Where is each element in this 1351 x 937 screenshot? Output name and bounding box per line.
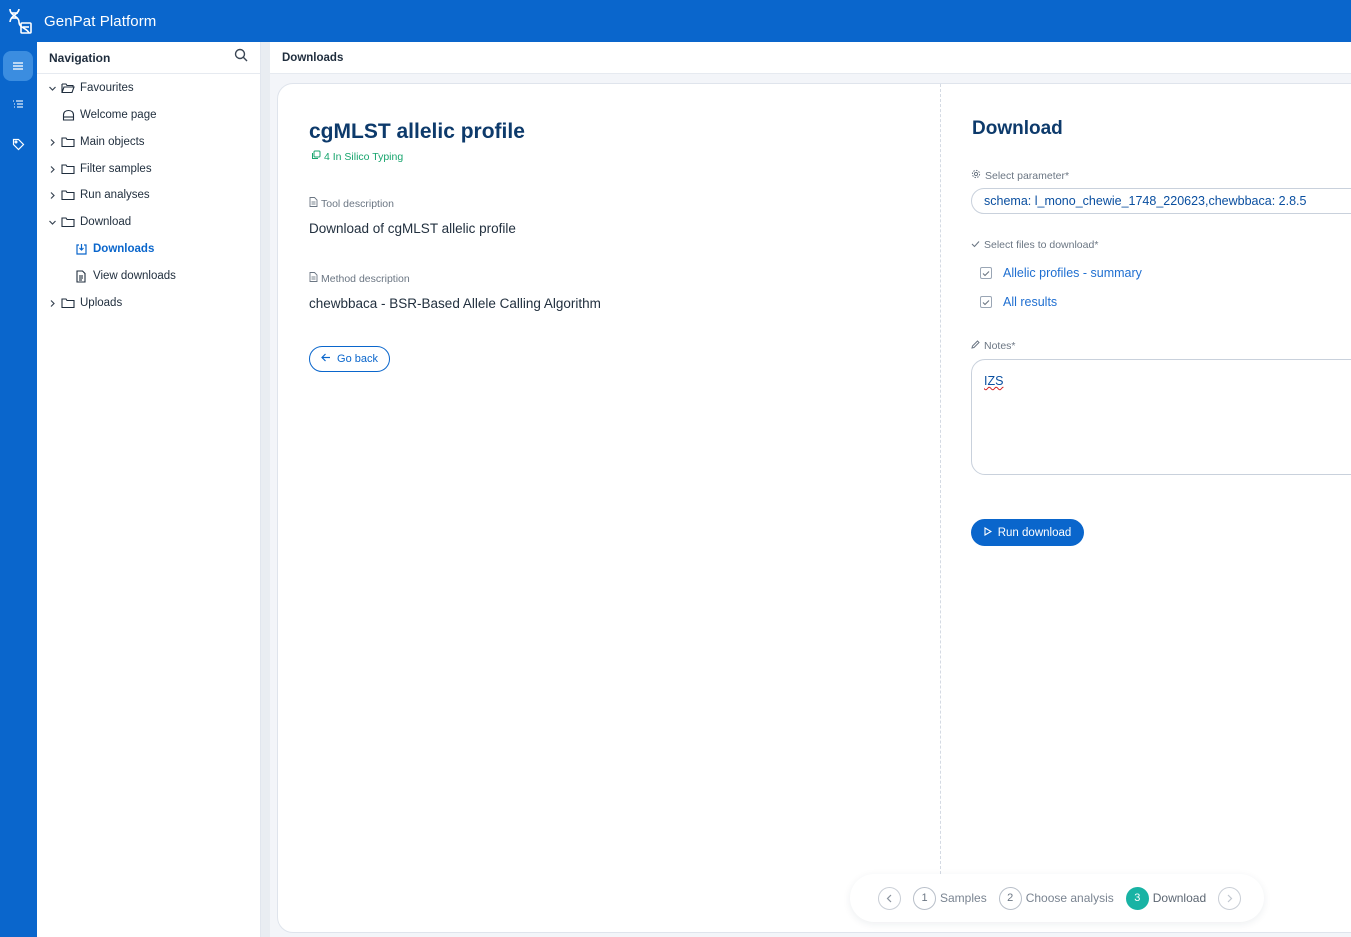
pencil-icon <box>971 340 980 352</box>
home-icon <box>61 108 75 122</box>
go-back-label: Go back <box>337 353 378 365</box>
nav-item-label: Welcome page <box>80 109 157 121</box>
genpat-logo-icon <box>2 3 38 39</box>
chevron-down-icon <box>47 83 57 93</box>
step-number: 2 <box>998 886 1022 910</box>
step-number: 3 <box>1125 886 1149 910</box>
folder-icon <box>61 162 75 176</box>
wizard-stepper: 1 Samples 2 Choose analysis 3 Download <box>850 874 1264 922</box>
method-description: chewbbaca - BSR-Based Allele Calling Alg… <box>309 296 601 311</box>
document-icon <box>309 197 318 210</box>
notes-textarea[interactable]: IZS <box>971 359 1351 475</box>
document-icon <box>309 272 318 285</box>
check-icon <box>971 239 980 251</box>
chevron-right-icon <box>47 298 57 308</box>
nav-item-label: Main objects <box>80 136 145 148</box>
files-label-text: Select files to download* <box>984 239 1099 251</box>
parameter-label-text: Select parameter* <box>985 169 1070 182</box>
parameter-select[interactable]: schema: l_mono_chewie_1748_220623,chewbb… <box>971 188 1351 214</box>
folder-open-icon <box>61 81 75 95</box>
nav-item-uploads[interactable]: Uploads <box>47 293 122 313</box>
nav-item-label: Download <box>80 216 132 228</box>
tool-description-label-text: Tool description <box>321 197 394 210</box>
folder-icon <box>61 296 75 310</box>
menu-icon[interactable] <box>3 51 33 81</box>
copy-icon <box>311 150 321 163</box>
chevron-right-icon <box>47 137 57 147</box>
list-icon[interactable] <box>3 89 33 119</box>
download-icon <box>74 242 88 256</box>
files-label: Select files to download* <box>971 239 1098 251</box>
nav-item-label: Run analyses <box>80 189 150 201</box>
tool-category[interactable]: 4 In Silico Typing <box>311 150 403 163</box>
chevron-down-icon <box>47 217 57 227</box>
chevron-right-icon <box>47 164 57 174</box>
checkbox-checked-icon[interactable] <box>980 296 992 308</box>
nav-item-downloads[interactable]: Downloads <box>74 239 154 259</box>
method-description-label-text: Method description <box>321 272 410 285</box>
checkbox-checked-icon[interactable] <box>980 267 992 279</box>
nav-item-view-downloads[interactable]: View downloads <box>74 266 176 286</box>
nav-item-run-analyses[interactable]: Run analyses <box>47 185 150 205</box>
panel-divider <box>261 42 270 937</box>
parameter-select-value: schema: l_mono_chewie_1748_220623,chewbb… <box>984 194 1307 208</box>
navigation-title: Navigation <box>49 50 111 65</box>
go-back-button[interactable]: Go back <box>309 346 390 372</box>
step-download[interactable]: 3 Download <box>1125 886 1207 910</box>
parameter-label: Select parameter* <box>971 169 1069 182</box>
card-divider <box>940 84 941 874</box>
step-samples[interactable]: 1 Samples <box>913 886 987 910</box>
tool-description-label: Tool description <box>309 197 394 210</box>
chevron-right-icon <box>47 190 57 200</box>
app-title: GenPat Platform <box>44 12 157 30</box>
nav-item-favourites[interactable]: Favourites <box>47 78 134 98</box>
step-label: Choose analysis <box>1025 891 1114 905</box>
download-title: Download <box>972 118 1063 139</box>
nav-item-welcome-page[interactable]: Welcome page <box>61 105 157 125</box>
navigation-header: Navigation <box>37 42 260 74</box>
nav-item-main-objects[interactable]: Main objects <box>47 132 145 152</box>
notes-value: IZS <box>984 374 1004 388</box>
method-description-label: Method description <box>309 272 410 285</box>
breadcrumb-current: Downloads <box>282 51 344 64</box>
play-icon <box>984 526 992 539</box>
notes-label-text: Notes* <box>984 340 1016 352</box>
nav-item-filter-samples[interactable]: Filter samples <box>47 159 152 179</box>
search-icon[interactable] <box>234 48 248 67</box>
folder-icon <box>61 188 75 202</box>
nav-item-label: Uploads <box>80 297 123 309</box>
stepper-next-button[interactable] <box>1218 886 1242 910</box>
nav-item-label: View downloads <box>93 270 176 282</box>
step-number: 1 <box>913 886 936 910</box>
step-label: Download <box>1152 891 1207 905</box>
nav-item-label: Downloads <box>93 243 155 255</box>
step-label: Samples <box>940 891 987 905</box>
run-download-label: Run download <box>997 526 1072 539</box>
step-choose-analysis[interactable]: 2 Choose analysis <box>998 886 1114 910</box>
top-bar: GenPat Platform <box>0 0 1351 42</box>
gear-icon <box>971 169 981 182</box>
stepper-prev-button[interactable] <box>878 886 901 910</box>
file-option-all-results[interactable]: All results <box>980 293 1057 311</box>
nav-item-download[interactable]: Download <box>47 212 131 232</box>
arrow-left-icon <box>321 353 331 365</box>
folder-icon <box>61 215 75 229</box>
folder-icon <box>61 135 75 149</box>
file-option-label: All results <box>1003 295 1058 309</box>
tool-title: cgMLST allelic profile <box>309 120 525 143</box>
run-download-button[interactable]: Run download <box>971 519 1084 546</box>
tool-category-label: 4 In Silico Typing <box>324 150 404 163</box>
tool-description: Download of cgMLST allelic profile <box>309 221 516 236</box>
breadcrumb: Downloads <box>270 42 1351 74</box>
document-icon <box>74 269 88 283</box>
notes-label: Notes* <box>971 340 1016 352</box>
nav-item-label: Favourites <box>80 82 134 94</box>
left-rail <box>0 42 37 937</box>
file-option-label: Allelic profiles - summary <box>1003 266 1142 280</box>
file-option-allelic-profiles[interactable]: Allelic profiles - summary <box>980 264 1142 282</box>
tag-icon[interactable] <box>3 129 33 159</box>
nav-item-label: Filter samples <box>80 163 152 175</box>
